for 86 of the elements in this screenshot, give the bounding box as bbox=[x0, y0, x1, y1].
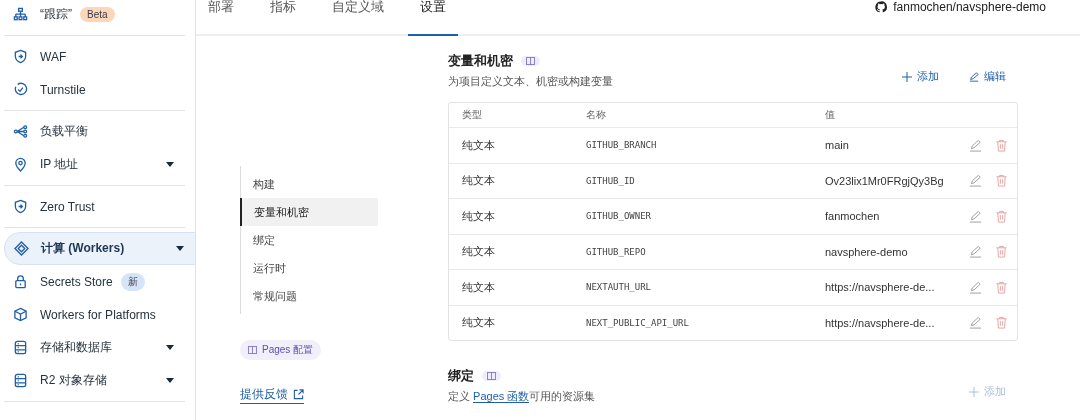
sidebar-item-icon bbox=[13, 157, 28, 172]
table-cell-text: navsphere-demo bbox=[825, 245, 909, 258]
table-cell-text: 纯文本 bbox=[462, 244, 496, 260]
table-cell-text: fanmochen bbox=[825, 210, 881, 223]
plus-icon bbox=[902, 71, 912, 82]
column-header: 名称 bbox=[586, 108, 607, 122]
edit-icon[interactable] bbox=[969, 138, 982, 152]
sidebar-item[interactable]: 负载平衡 bbox=[4, 115, 185, 148]
feedback-link[interactable]: 提供反馈 bbox=[240, 386, 304, 404]
status-badge: 新 bbox=[120, 272, 145, 291]
table-cell-text: GITHUB_BRANCH bbox=[586, 140, 658, 151]
sidebar-item-icon bbox=[13, 373, 28, 388]
edit-icon[interactable] bbox=[969, 174, 982, 188]
table-cell-text: 纯文本 bbox=[462, 279, 496, 295]
sidebar-item-icon bbox=[13, 307, 28, 322]
edit-icon[interactable] bbox=[969, 280, 982, 294]
settings-nav-item[interactable]: 构建 bbox=[241, 170, 378, 198]
pencil-icon bbox=[969, 71, 979, 82]
sidebar-item-icon bbox=[13, 340, 28, 355]
edit-icon[interactable] bbox=[969, 316, 982, 330]
add-button[interactable]: 添加 bbox=[902, 69, 939, 84]
docs-button[interactable] bbox=[521, 56, 540, 66]
trash-icon[interactable] bbox=[995, 209, 1008, 223]
book-icon bbox=[526, 57, 535, 65]
sidebar-item-icon bbox=[13, 49, 28, 64]
section-title: 绑定 bbox=[448, 367, 474, 385]
pages-functions-link[interactable]: Pages 函数 bbox=[473, 390, 530, 403]
settings-nav-item[interactable]: 绑定 bbox=[241, 226, 378, 254]
sidebar-item[interactable]: “跟踪” Beta bbox=[4, 0, 185, 31]
table-cell-text: https://navsphere-de... bbox=[825, 316, 936, 329]
sidebar-item-icon bbox=[14, 241, 29, 256]
tab[interactable]: 指标 bbox=[258, 0, 308, 34]
table-cell-text: 纯文本 bbox=[462, 173, 496, 189]
settings-nav-item[interactable]: 变量和机密 bbox=[240, 198, 378, 226]
tab[interactable]: 设置 bbox=[408, 0, 458, 36]
sidebar-item[interactable]: 存储和数据库 bbox=[4, 331, 185, 364]
docs-button[interactable] bbox=[482, 371, 501, 381]
plus-icon bbox=[969, 386, 979, 397]
sidebar-item-icon bbox=[13, 7, 28, 22]
sidebar-item-icon bbox=[13, 199, 28, 214]
sidebar-item[interactable]: Zero Trust bbox=[4, 190, 185, 223]
sidebar-item[interactable]: WAF bbox=[4, 40, 185, 73]
table-cell-text: NEXT_PUBLIC_API_URL bbox=[586, 317, 690, 328]
trash-icon[interactable] bbox=[995, 316, 1008, 330]
edit-icon[interactable] bbox=[969, 209, 982, 223]
sidebar-item[interactable]: 计算 (Workers) bbox=[4, 232, 196, 265]
sidebar-item[interactable]: R2 对象存储 bbox=[4, 364, 185, 397]
trash-icon[interactable] bbox=[995, 280, 1008, 294]
sidebar-item-icon bbox=[13, 82, 28, 97]
table-cell-text: 纯文本 bbox=[462, 137, 496, 153]
column-header: 类型 bbox=[462, 108, 483, 122]
section-subtitle: 为项目定义文本、机密或构建变量 bbox=[448, 74, 613, 89]
table-cell-text: GITHUB_OWNER bbox=[586, 211, 653, 222]
status-badge: Beta bbox=[80, 7, 115, 22]
sidebar-item-icon bbox=[13, 274, 28, 289]
column-header: 值 bbox=[825, 108, 836, 122]
table-cell-text: NEXTAUTH_URL bbox=[586, 282, 653, 293]
settings-nav-item[interactable]: 常规问题 bbox=[241, 282, 378, 310]
edit-button[interactable]: 编辑 bbox=[969, 69, 1006, 84]
github-icon bbox=[875, 1, 888, 13]
sidebar-item[interactable]: Secrets Store 新 bbox=[4, 265, 185, 298]
table-cell-text: 纯文本 bbox=[462, 315, 496, 331]
edit-icon[interactable] bbox=[969, 245, 982, 259]
sidebar-item[interactable]: Turnstile bbox=[4, 73, 185, 106]
docs-badge[interactable]: Pages 配置 bbox=[240, 340, 322, 360]
table-cell-text: GITHUB_REPO bbox=[586, 246, 647, 257]
tab[interactable]: 部署 bbox=[196, 0, 246, 34]
trash-icon[interactable] bbox=[995, 245, 1008, 259]
section-subtitle: 定义 Pages 函数可用的资源集 bbox=[448, 389, 596, 404]
tab[interactable]: 自定义域 bbox=[320, 0, 396, 34]
table-cell-text: 纯文本 bbox=[462, 208, 496, 224]
sidebar-item[interactable]: Workers for Platforms bbox=[4, 298, 185, 331]
trash-icon[interactable] bbox=[995, 138, 1008, 152]
sidebar-item[interactable]: IP 地址 bbox=[4, 148, 185, 181]
sidebar-item-icon bbox=[13, 124, 28, 139]
table-cell-text: main bbox=[825, 139, 850, 152]
book-icon bbox=[487, 372, 496, 380]
trash-icon[interactable] bbox=[995, 174, 1008, 188]
repository-link[interactable]: fanmochen/navsphere-demo bbox=[893, 0, 1046, 14]
settings-nav-item[interactable]: 运行时 bbox=[241, 254, 378, 282]
table-cell-text: Ov23lix1Mr0FRgjQy3Bg bbox=[825, 174, 945, 187]
external-link-icon bbox=[293, 389, 304, 400]
section-title: 变量和机密 bbox=[448, 52, 513, 70]
table-cell-text: https://navsphere-de... bbox=[825, 281, 936, 294]
table-cell-text: GITHUB_ID bbox=[586, 175, 636, 186]
book-icon bbox=[248, 346, 257, 354]
